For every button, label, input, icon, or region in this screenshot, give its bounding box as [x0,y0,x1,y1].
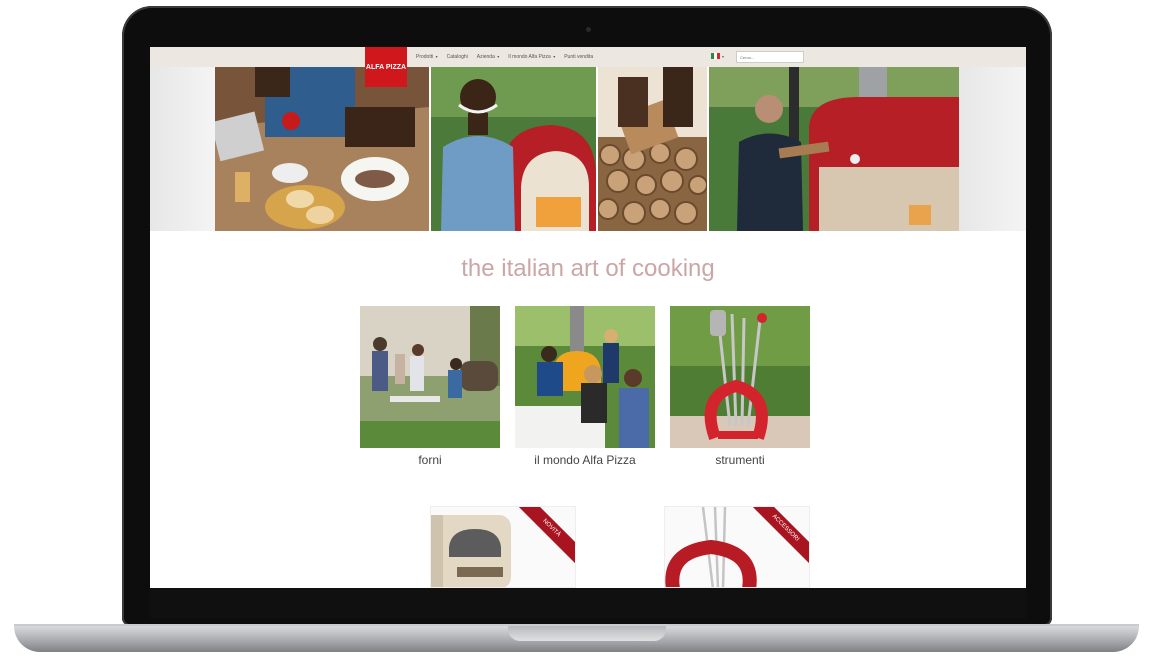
hero-side-right [959,67,1026,231]
hero-banner [150,67,1026,231]
nav-prodotti[interactable]: Prodotti ▾ [416,54,438,60]
hero-photo-man-oven [431,67,596,231]
nav-azienda-label: Azienda [476,54,495,60]
nav-mondo-alfa-pizza[interactable]: Il mondo Alfa Pizza ▾ [508,54,555,60]
webcam [586,27,591,32]
nav-punti-vendita-label: Punti vendita [564,54,594,60]
nav-cataloghi[interactable]: Cataloghi [447,54,468,60]
category-tile-strumenti[interactable] [670,306,810,448]
chevron-down-icon: ▾ [435,54,438,59]
nav-punti-vendita[interactable]: Punti vendita [564,54,593,60]
chevron-down-icon: ▾ [553,54,556,59]
hero-photo-cooking-hands [215,67,429,231]
category-label-forni[interactable]: forni [352,453,508,467]
alfa-pizza-logo[interactable]: ALFA PIZZA [365,47,407,87]
nav-azienda[interactable]: Azienda ▾ [477,54,499,60]
nav-prodotti-label: Prodotti [416,54,434,60]
chevron-down-icon: ▾ [722,53,725,59]
chevron-down-icon: ▾ [497,54,500,59]
hero-tagline: the italian art of cooking [461,255,715,282]
category-label-mondo-alfa-pizza[interactable]: il mondo Alfa Pizza [507,453,663,467]
italy-flag-icon [711,53,720,59]
category-tile-mondo-alfa-pizza[interactable] [515,306,655,448]
nav-cataloghi-label: Cataloghi [446,54,468,60]
search-input[interactable] [736,51,804,63]
hero-photo-man-loading-oven [709,67,959,231]
nav-mondo-label: Il mondo Alfa Pizza [508,54,551,60]
language-selector[interactable]: ▾ [711,53,724,59]
hero-photo-firewood [598,67,707,231]
main-menu: Prodotti ▾ Cataloghi Azienda ▾ Il mondo … [416,47,593,67]
category-tile-forni[interactable] [360,306,500,448]
hero-side-left [150,67,215,231]
promo-accessori[interactable]: ACCESSORI [664,506,810,588]
promo-novita[interactable]: NOVITÀ [430,506,576,588]
laptop-opening-notch [508,626,666,641]
website-screen: ALFA PIZZA Prodotti ▾ Cataloghi Azienda … [150,47,1026,588]
screen-bezel-bottom [150,588,1026,618]
category-label-strumenti[interactable]: strumenti [662,453,818,467]
